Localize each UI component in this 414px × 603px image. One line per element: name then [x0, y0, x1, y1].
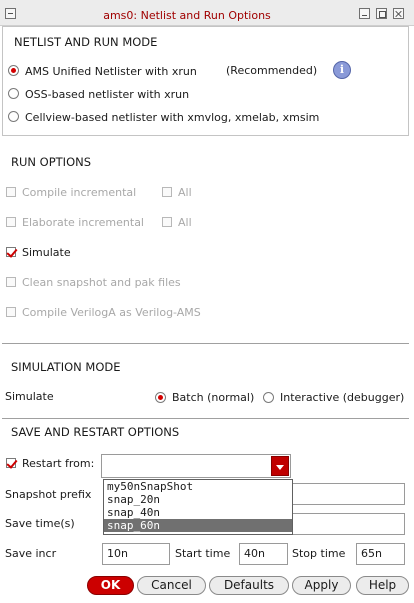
compile-incremental-label: Compile incremental — [22, 186, 137, 199]
restart-from-dropdown-list[interactable]: my50nSnapShot snap_20n snap_40n snap_60n — [103, 479, 293, 535]
recommended-label: (Recommended) — [226, 64, 318, 77]
defaults-button[interactable]: Defaults — [209, 576, 289, 595]
window-menu-icon[interactable] — [5, 8, 16, 19]
stop-time-label: Stop time — [292, 547, 346, 560]
snapshot-prefix-input[interactable] — [291, 483, 405, 505]
compile-veriloga-checkbox[interactable] — [6, 307, 16, 317]
snapshot-prefix-label: Snapshot prefix — [5, 488, 92, 501]
minimize-icon[interactable] — [359, 8, 370, 19]
info-icon[interactable]: i — [333, 61, 351, 79]
radio-cellview-based[interactable] — [8, 111, 19, 122]
help-button[interactable]: Help — [356, 576, 409, 595]
radio-oss-based-label[interactable]: OSS-based netlister with xrun — [25, 88, 189, 101]
radio-batch-label[interactable]: Batch (normal) — [172, 391, 254, 404]
elaborate-all-checkbox[interactable] — [162, 217, 172, 227]
simulate-checkbox[interactable] — [6, 247, 16, 257]
save-times-label: Save time(s) — [5, 517, 75, 530]
chevron-down-icon[interactable] — [271, 456, 289, 476]
elaborate-incremental-label: Elaborate incremental — [22, 216, 144, 229]
radio-ams-unified[interactable] — [8, 65, 19, 76]
window-titlebar[interactable]: ams0: Netlist and Run Options — [0, 0, 414, 26]
simulate-label[interactable]: Simulate — [22, 246, 71, 259]
radio-interactive-label[interactable]: Interactive (debugger) — [280, 391, 404, 404]
compile-veriloga-label: Compile VerilogA as Verilog-AMS — [22, 306, 201, 319]
ok-button[interactable]: OK — [87, 576, 134, 595]
netlist-mode-heading: NETLIST AND RUN MODE — [14, 35, 158, 49]
separator — [2, 343, 409, 344]
maximize-icon[interactable] — [376, 8, 387, 19]
simulation-mode-heading: SIMULATION MODE — [11, 360, 121, 374]
radio-oss-based[interactable] — [8, 88, 19, 99]
window-title: ams0: Netlist and Run Options — [103, 9, 271, 22]
radio-batch[interactable] — [155, 392, 166, 403]
save-restart-heading: SAVE AND RESTART OPTIONS — [11, 425, 180, 439]
stop-time-input[interactable]: 65n — [356, 543, 405, 565]
compile-all-label: All — [178, 186, 192, 199]
elaborate-all-label: All — [178, 216, 192, 229]
dropdown-option-selected[interactable]: snap_60n — [104, 519, 292, 532]
elaborate-incremental-checkbox[interactable] — [6, 217, 16, 227]
compile-all-checkbox[interactable] — [162, 187, 172, 197]
start-time-label: Start time — [175, 547, 231, 560]
clean-snapshot-checkbox[interactable] — [6, 277, 16, 287]
run-options-heading: RUN OPTIONS — [11, 155, 92, 169]
separator — [2, 418, 409, 419]
dropdown-option[interactable]: my50nSnapShot — [104, 480, 292, 493]
restart-from-label[interactable]: Restart from: — [22, 457, 94, 470]
radio-ams-unified-label[interactable]: AMS Unified Netlister with xrun — [25, 65, 197, 78]
close-icon[interactable] — [393, 8, 404, 19]
dropdown-option[interactable]: snap_20n — [104, 493, 292, 506]
cancel-button[interactable]: Cancel — [137, 576, 206, 595]
restart-from-checkbox[interactable] — [6, 458, 16, 468]
dropdown-option[interactable]: snap_40n — [104, 506, 292, 519]
save-incr-input[interactable]: 10n — [102, 543, 170, 565]
compile-incremental-checkbox[interactable] — [6, 187, 16, 197]
save-times-input[interactable] — [291, 513, 405, 535]
clean-snapshot-label: Clean snapshot and pak files — [22, 276, 181, 289]
radio-interactive[interactable] — [263, 392, 274, 403]
radio-cellview-based-label[interactable]: Cellview-based netlister with xmvlog, xm… — [25, 111, 319, 124]
restart-from-combo[interactable] — [101, 454, 291, 478]
simulation-mode-label: Simulate — [5, 390, 54, 403]
apply-button[interactable]: Apply — [292, 576, 351, 595]
save-incr-label: Save incr — [5, 547, 57, 560]
start-time-input[interactable]: 40n — [239, 543, 288, 565]
